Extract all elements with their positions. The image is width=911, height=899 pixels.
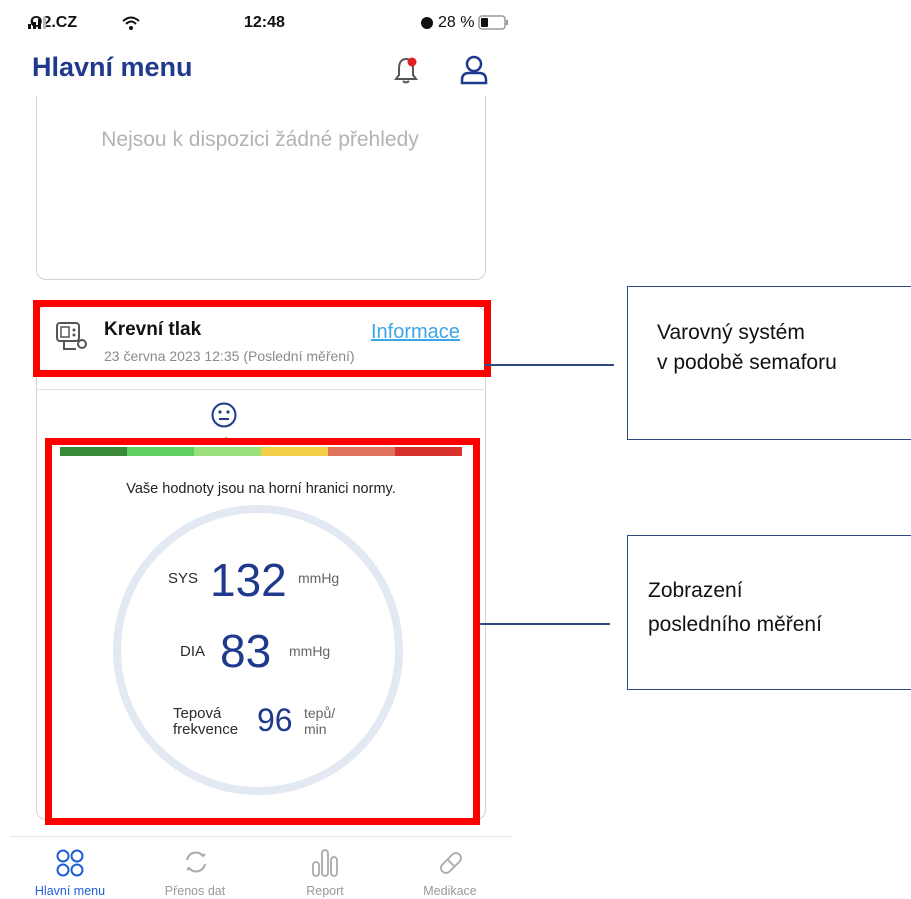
annotation-display-line2: posledního měření: [648, 613, 822, 636]
overview-empty-text: Nejsou k dispozici žádné přehledy: [101, 128, 419, 151]
bars-icon: [312, 849, 338, 877]
status-time: 12:48: [244, 14, 285, 31]
grid-icon: [56, 849, 84, 877]
annotation-display-line1: Zobrazení: [648, 579, 743, 602]
neutral-face-icon: [211, 402, 237, 428]
bell-icon[interactable]: [390, 54, 422, 86]
nav-label-report: Report: [306, 884, 344, 898]
highlight-last-measurement: [45, 438, 480, 825]
battery-icon: [478, 15, 508, 30]
highlight-warning-header: [33, 300, 491, 377]
pill-icon: [440, 852, 462, 874]
user-icon[interactable]: [458, 54, 490, 86]
sync-icon: [186, 851, 206, 873]
battery-percent: 28 %: [438, 14, 475, 31]
connector-line-display: [480, 623, 610, 625]
overview-card: [36, 96, 486, 280]
nav-label-medication: Medikace: [423, 884, 477, 898]
alarm-icon: [421, 17, 433, 29]
nav-label-main-menu: Hlavní menu: [34, 884, 106, 898]
card-divider: [36, 389, 484, 390]
annotation-warning-line1: Varovný systém: [657, 321, 805, 344]
wifi-icon: [122, 16, 140, 30]
nav-divider: [10, 836, 512, 837]
page-title: Hlavní menu: [32, 52, 193, 82]
connector-line-warning: [484, 364, 614, 366]
signal-icon: [28, 17, 46, 29]
annotation-warning-line2: v podobě semaforu: [657, 351, 837, 374]
annotation-last-measurement: Zobrazení posledního měření: [627, 535, 911, 690]
nav-label-data-transfer: Přenos dat: [164, 884, 226, 898]
status-bar: O2.CZ 12:48 28 %: [28, 10, 512, 34]
annotation-warning-system: Varovný systém v podobě semaforu: [627, 286, 911, 440]
